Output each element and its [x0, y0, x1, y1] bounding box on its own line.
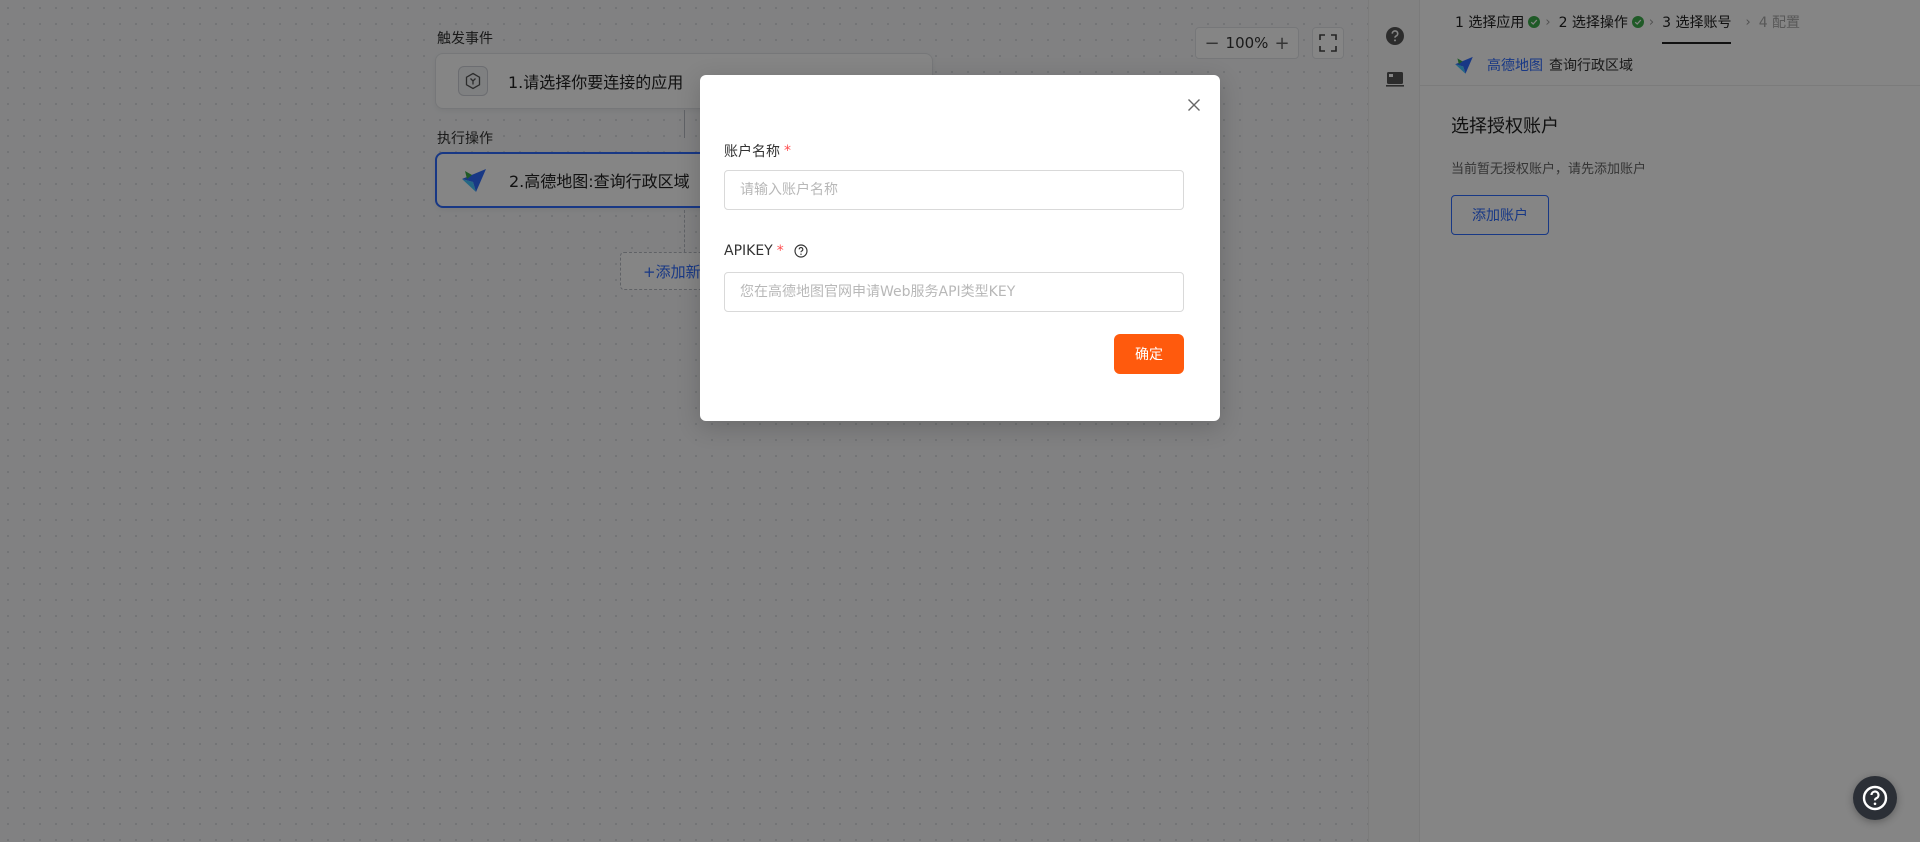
add-account-modal: 账户名称 * APIKEY * 确定 — [700, 75, 1220, 421]
required-mark: * — [776, 243, 784, 259]
account-name-label-text: 账户名称 — [724, 144, 780, 160]
question-circle-icon — [1862, 785, 1888, 811]
apikey-label: APIKEY * — [724, 243, 808, 259]
apikey-label-text: APIKEY — [724, 243, 773, 259]
question-circle-icon[interactable] — [794, 244, 808, 258]
floating-help-button[interactable] — [1853, 776, 1897, 820]
apikey-input[interactable] — [724, 272, 1184, 312]
required-mark: * — [784, 143, 791, 159]
close-icon — [1188, 99, 1200, 111]
account-name-input[interactable] — [724, 170, 1184, 210]
confirm-button[interactable]: 确定 — [1114, 334, 1184, 374]
close-button[interactable] — [1184, 95, 1204, 115]
account-name-label: 账户名称 * — [724, 141, 791, 161]
